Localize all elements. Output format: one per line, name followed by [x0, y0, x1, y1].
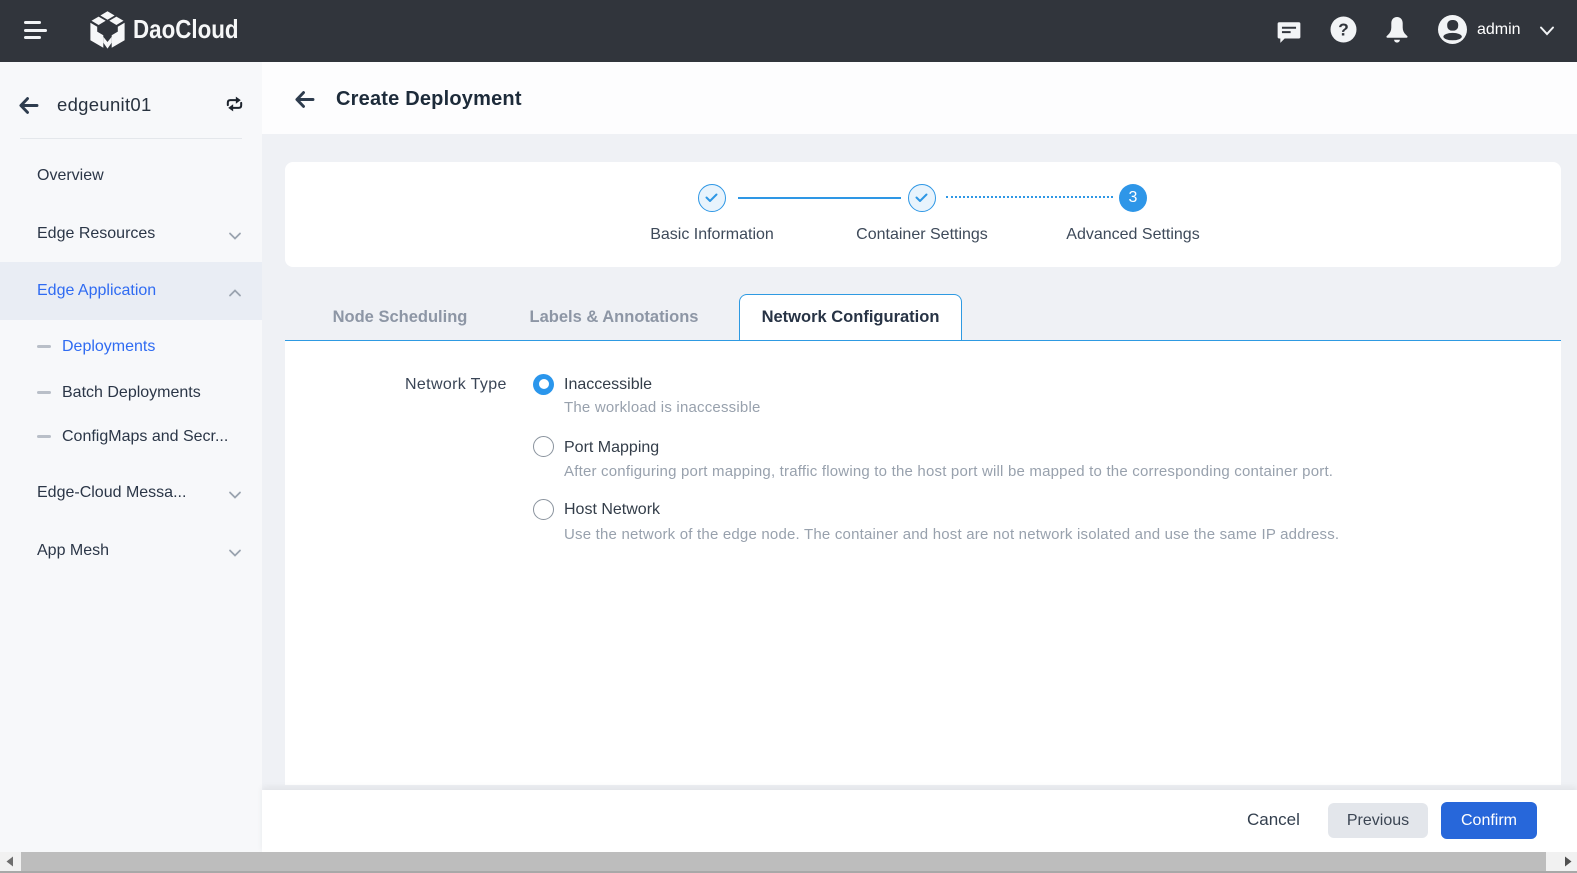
svg-text:?: ? [1338, 20, 1349, 40]
